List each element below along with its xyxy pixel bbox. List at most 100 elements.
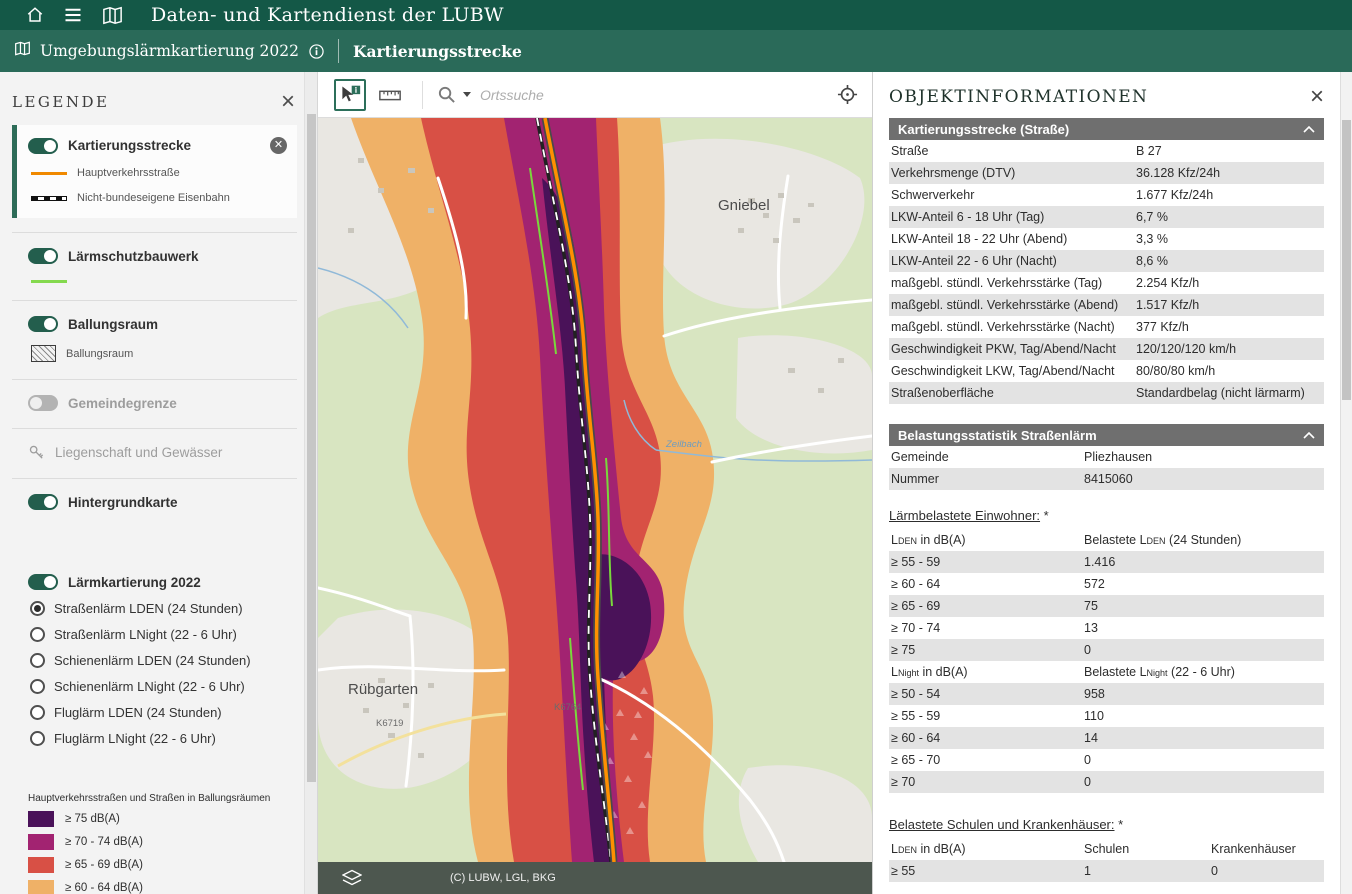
scale-label: ≥ 65 - 69 dB(A) xyxy=(65,859,143,871)
radio-icon[interactable] xyxy=(30,679,45,694)
row-value: 8415060 xyxy=(1084,472,1324,486)
table-row: LKW-Anteil 18 - 22 Uhr (Abend)3,3 % xyxy=(889,228,1324,250)
ballungsraum-label: Ballungsraum xyxy=(68,317,158,332)
radio-fluglaerm-lden[interactable]: Fluglärm LDEN (24 Stunden) xyxy=(28,705,293,720)
map-area: Gniebel Rübgarten K6719 K6764 Zeilbach (… xyxy=(318,72,872,894)
table-row: ≥ 700 xyxy=(889,771,1324,793)
panel-close-icon[interactable]: × xyxy=(1310,87,1324,106)
hauptverkehrsstrasse-swatch xyxy=(31,172,67,175)
row-label: ≥ 65 - 70 xyxy=(889,753,1084,767)
radio-label: Fluglärm LDEN (24 Stunden) xyxy=(54,705,222,720)
sidebar-scrollbar-thumb[interactable] xyxy=(307,114,316,782)
gemeindegrenze-label: Gemeindegrenze xyxy=(68,396,177,411)
chevron-up-icon[interactable] xyxy=(1303,126,1315,133)
row-label: Gemeinde xyxy=(889,450,1084,464)
radio-schienenlaerm-lnight[interactable]: Schienenlärm LNight (22 - 6 Uhr) xyxy=(28,679,293,694)
scale-row: ≥ 60 - 64 dB(A) xyxy=(28,880,317,894)
row-value: 0 xyxy=(1084,753,1324,767)
scale-label: ≥ 75 dB(A) xyxy=(65,813,120,825)
layers-icon[interactable] xyxy=(342,869,362,892)
radio-icon[interactable] xyxy=(30,601,45,616)
chevron-up-icon[interactable] xyxy=(1303,432,1315,439)
row-value: 75 xyxy=(1084,599,1324,613)
col-header-belastete-lnight: Belastete LNight (22 - 6 Uhr) xyxy=(1084,665,1324,679)
laermschutzbauwerk-label: Lärmschutzbauwerk xyxy=(68,249,199,264)
swatch-label: Nicht-bundeseigene Eisenbahn xyxy=(77,192,230,204)
row-value: 36.128 Kfz/24h xyxy=(1136,166,1324,180)
radio-icon[interactable] xyxy=(30,627,45,642)
app-title: Daten- und Kartendienst der LUBW xyxy=(151,4,504,26)
row-value: 2.254 Kfz/h xyxy=(1136,276,1324,290)
search-box xyxy=(437,85,748,104)
section-header-kartierungsstrecke[interactable]: Kartierungsstrecke (Straße) xyxy=(889,118,1324,140)
panel-scrollbar[interactable] xyxy=(1340,72,1352,894)
table-row: Verkehrsmenge (DTV)36.128 Kfz/24h xyxy=(889,162,1324,184)
einwohner-heading: Lärmbelastete Einwohner: * xyxy=(889,508,1324,523)
search-type-dropdown-icon[interactable] xyxy=(463,92,471,97)
table-row: maßgebl. stündl. Verkehrsstärke (Nacht)3… xyxy=(889,316,1324,338)
identify-tool-button[interactable] xyxy=(334,79,366,111)
ballungsraum-toggle[interactable] xyxy=(28,316,58,332)
section-header-belastungsstatistik[interactable]: Belastungsstatistik Straßenlärm xyxy=(889,424,1324,446)
row-label: ≥ 55 - 59 xyxy=(889,555,1084,569)
map-label-ruebgarten: Rübgarten xyxy=(348,681,418,698)
map-canvas[interactable]: Gniebel Rübgarten K6719 K6764 Zeilbach xyxy=(318,118,872,862)
table-row: maßgebl. stündl. Verkehrsstärke (Tag)2.2… xyxy=(889,272,1324,294)
laermkartierung-label: Lärmkartierung 2022 xyxy=(68,575,201,590)
radio-fluglaerm-lnight[interactable]: Fluglärm LNight (22 - 6 Uhr) xyxy=(28,731,293,746)
legend-item-laermkartierung: Lärmkartierung 2022 Straßenlärm LDEN (24… xyxy=(12,559,297,763)
kartierungsstrecke-label: Kartierungsstrecke xyxy=(68,138,191,153)
hintergrundkarte-toggle[interactable] xyxy=(28,494,58,510)
panel-scrollbar-thumb[interactable] xyxy=(1342,120,1351,400)
map-icon[interactable] xyxy=(102,6,123,25)
row-value: 958 xyxy=(1084,687,1324,701)
row-label: maßgebl. stündl. Verkehrsstärke (Nacht) xyxy=(889,320,1136,334)
measure-tool-button[interactable] xyxy=(374,79,406,111)
map-label-zeilbach: Zeilbach xyxy=(665,439,702,450)
geolocate-icon[interactable] xyxy=(837,84,858,105)
remove-layer-icon[interactable]: ✕ xyxy=(270,137,287,154)
radio-strassenlaerm-lden[interactable]: Straßenlärm LDEN (24 Stunden) xyxy=(28,601,293,616)
radio-strassenlaerm-lnight[interactable]: Straßenlärm LNight (22 - 6 Uhr) xyxy=(28,627,293,642)
laermkartierung-toggle[interactable] xyxy=(28,574,58,590)
table-row: ≥ 70 - 7413 xyxy=(889,617,1324,639)
search-input[interactable] xyxy=(478,86,748,104)
hintergrundkarte-label: Hintergrundkarte xyxy=(68,495,178,510)
ballungsraum-swatch xyxy=(31,345,56,362)
table-row: ≥ 750 xyxy=(889,639,1324,661)
row-label: ≥ 55 - 59 xyxy=(889,709,1084,723)
lnight-table: ≥ 50 - 54958 ≥ 55 - 59110 ≥ 60 - 6414 ≥ … xyxy=(889,683,1324,793)
kartierungsstrecke-toggle[interactable] xyxy=(28,138,58,154)
table-row: ≥ 60 - 6414 xyxy=(889,727,1324,749)
laermschutzbauwerk-toggle[interactable] xyxy=(28,248,58,264)
row-label: LKW-Anteil 6 - 18 Uhr (Tag) xyxy=(889,210,1136,224)
row-label: Straßenoberfläche xyxy=(889,386,1136,400)
object-info-panel: OBJEKTINFORMATIONEN × Kartierungsstrecke… xyxy=(872,72,1340,894)
sub-header: Umgebungslärmkartierung 2022 Kartierungs… xyxy=(0,30,1352,72)
gemeindegrenze-toggle[interactable] xyxy=(28,395,58,411)
row-value: 1.416 xyxy=(1084,555,1324,569)
legend-item-liegenschaft[interactable]: Liegenschaft und Gewässer xyxy=(12,428,297,478)
radio-icon[interactable] xyxy=(30,653,45,668)
footnote-mark: * xyxy=(1118,817,1123,832)
row-value: 572 xyxy=(1084,577,1324,591)
row-value: Standardbelag (nicht lärmarm) xyxy=(1136,386,1324,400)
sidebar-scrollbar[interactable] xyxy=(304,72,317,894)
info-icon[interactable] xyxy=(309,44,324,59)
page-title: Kartierungsstrecke xyxy=(353,42,522,61)
radio-icon[interactable] xyxy=(30,731,45,746)
toolbar-divider xyxy=(422,81,423,109)
radio-icon[interactable] xyxy=(30,705,45,720)
home-icon[interactable] xyxy=(26,6,44,24)
row-label: ≥ 60 - 64 xyxy=(889,577,1084,591)
menu-icon[interactable] xyxy=(64,7,82,23)
search-icon[interactable] xyxy=(437,85,456,104)
legend-close-icon[interactable]: × xyxy=(281,92,295,111)
panel-title: OBJEKTINFORMATIONEN xyxy=(889,87,1148,107)
map-small-icon xyxy=(14,41,31,61)
radio-schienenlaerm-lden[interactable]: Schienenlärm LDEN (24 Stunden) xyxy=(28,653,293,668)
map-label-gniebel: Gniebel xyxy=(718,197,770,214)
radio-label: Schienenlärm LNight (22 - 6 Uhr) xyxy=(54,679,245,694)
app-root: Daten- und Kartendienst der LUBW Umgebun… xyxy=(0,0,1352,894)
legend-sidebar: LEGENDE × Kartierungsstrecke ✕ Hauptverk… xyxy=(0,72,318,894)
